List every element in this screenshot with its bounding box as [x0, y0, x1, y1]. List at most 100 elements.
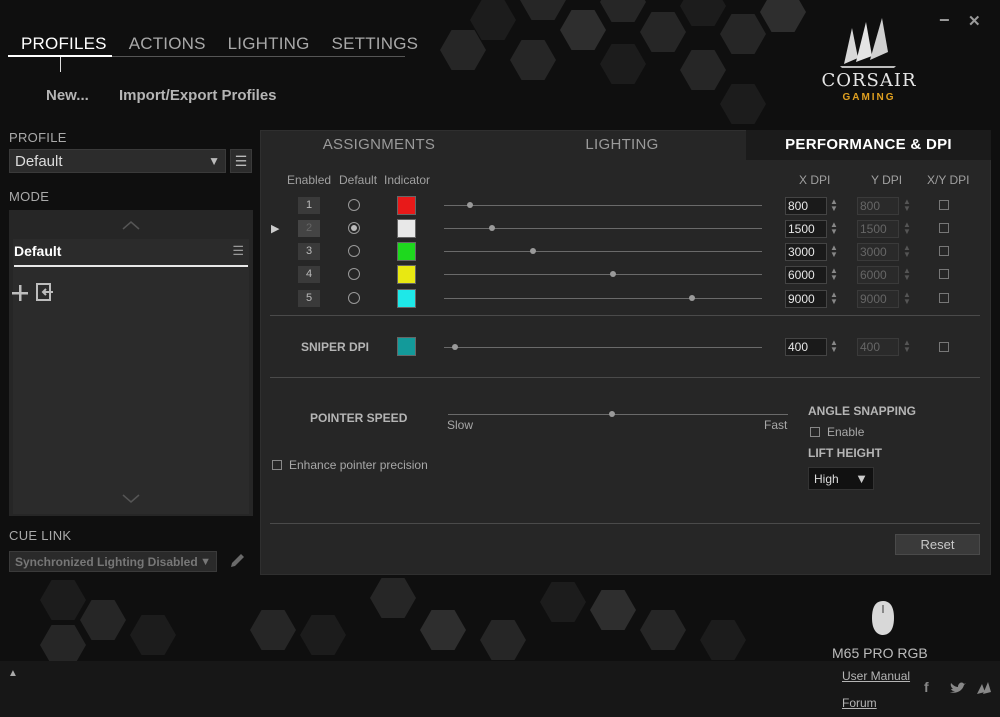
- dpi-stage-enable-3[interactable]: 3: [298, 243, 320, 260]
- dpi-stage-color-swatch[interactable]: [397, 265, 416, 284]
- dpi-stage-default-radio[interactable]: [348, 268, 360, 280]
- import-export-link[interactable]: Import/Export Profiles: [119, 87, 277, 104]
- add-mode-icon[interactable]: [11, 284, 29, 302]
- dpi-stage-color-swatch[interactable]: [397, 219, 416, 238]
- edit-pencil-icon[interactable]: [228, 552, 246, 570]
- header-xy-dpi: X/Y DPI: [927, 173, 970, 187]
- dpi-stage-slider-knob[interactable]: [689, 295, 695, 301]
- chevron-down-icon: ▼: [855, 471, 868, 486]
- device-name: M65 PRO RGB: [832, 645, 928, 661]
- dpi-stage-x-input[interactable]: 6000: [785, 266, 827, 284]
- pointer-speed-slider-track[interactable]: [448, 414, 788, 415]
- dpi-stage-x-spinner[interactable]: ▲ ▼: [830, 267, 838, 282]
- dpi-stage-slider-knob[interactable]: [467, 202, 473, 208]
- dpi-stage-color-swatch[interactable]: [397, 242, 416, 261]
- dpi-stage-xy-checkbox[interactable]: [939, 246, 949, 256]
- dpi-stage-x-input[interactable]: 9000: [785, 290, 827, 308]
- dpi-stage-color-swatch[interactable]: [397, 196, 416, 215]
- pointer-speed-label: POINTER SPEED: [310, 411, 408, 425]
- dpi-stage-default-radio[interactable]: [348, 199, 360, 211]
- header-y-dpi: Y DPI: [871, 173, 903, 187]
- dpi-stage-y-spinner: ▲ ▼: [903, 290, 911, 306]
- minimize-button[interactable]: −: [939, 10, 950, 31]
- sniper-x-dpi-input[interactable]: 400: [785, 338, 827, 356]
- cue-link-select[interactable]: Synchronized Lighting Disabled ▼: [9, 551, 217, 572]
- dpi-stage-x-input[interactable]: 1500: [785, 220, 827, 238]
- hamburger-icon: ☰: [234, 152, 248, 169]
- enhance-precision-checkbox[interactable]: [272, 460, 282, 470]
- mouse-device-icon[interactable]: [871, 600, 895, 636]
- lift-height-select[interactable]: High ▼: [808, 467, 874, 490]
- close-button[interactable]: ✕: [968, 12, 981, 30]
- dpi-stage-xy-checkbox[interactable]: [939, 200, 949, 210]
- expand-up-icon[interactable]: ▲: [8, 668, 18, 679]
- dpi-stage-xy-checkbox[interactable]: [939, 293, 949, 303]
- dpi-stage-default-radio[interactable]: [348, 292, 360, 304]
- header-enabled: Enabled: [287, 173, 332, 187]
- dpi-stage-slider-track[interactable]: [444, 298, 762, 299]
- dpi-stage-enable-1[interactable]: 1: [298, 197, 320, 214]
- dpi-stage-slider-track[interactable]: [444, 205, 762, 206]
- profile-select[interactable]: Default ▼: [9, 149, 226, 173]
- scroll-down-icon[interactable]: [122, 494, 140, 504]
- twitter-icon[interactable]: [949, 681, 967, 695]
- header-indicator: Indicator: [384, 173, 431, 187]
- dpi-stage-slider-track[interactable]: [444, 251, 762, 252]
- header-x-dpi: X DPI: [799, 173, 831, 187]
- corsair-social-icon[interactable]: [976, 680, 994, 696]
- lift-height-value: High: [814, 471, 839, 486]
- sniper-xy-dpi-checkbox[interactable]: [939, 342, 949, 352]
- tab-panel-lighting[interactable]: LIGHTING: [498, 130, 746, 160]
- sniper-dpi-slider-track[interactable]: [444, 347, 762, 348]
- hamburger-icon[interactable]: ☰: [232, 243, 244, 259]
- dpi-stage-slider-knob[interactable]: [530, 248, 536, 254]
- divider: [270, 377, 980, 378]
- dpi-stage-y-spinner: ▲ ▼: [903, 266, 911, 282]
- dpi-stage-slider-knob[interactable]: [489, 225, 495, 231]
- dpi-stage-default-radio[interactable]: [348, 245, 360, 257]
- sniper-x-spinner[interactable]: ▲ ▼: [830, 339, 838, 354]
- dpi-stage-y-input: 9000: [857, 290, 899, 308]
- chevron-down-icon: ▼: [200, 555, 211, 568]
- dpi-stage-default-radio[interactable]: [348, 222, 360, 234]
- dpi-stage-slider-track[interactable]: [444, 274, 762, 275]
- panel-tabs: ASSIGNMENTS LIGHTING PERFORMANCE & DPI: [260, 130, 991, 160]
- user-manual-link[interactable]: User Manual: [842, 669, 910, 683]
- angle-snapping-label: ANGLE SNAPPING: [808, 404, 917, 418]
- new-profile-link[interactable]: New...: [46, 87, 89, 104]
- sniper-dpi-slider-knob[interactable]: [452, 344, 458, 350]
- tab-assignments[interactable]: ASSIGNMENTS: [260, 130, 498, 160]
- pointer-speed-slider-knob[interactable]: [609, 411, 615, 417]
- angle-snapping-checkbox[interactable]: [810, 427, 820, 437]
- dpi-stage-xy-checkbox[interactable]: [939, 269, 949, 279]
- lift-height-label: LIFT HEIGHT: [808, 446, 882, 460]
- nav-pointer: [60, 57, 61, 72]
- tab-performance-dpi[interactable]: PERFORMANCE & DPI: [746, 130, 991, 160]
- enhance-precision-label: Enhance pointer precision: [289, 458, 428, 472]
- dpi-stage-x-spinner[interactable]: ▲ ▼: [830, 244, 838, 259]
- dpi-stage-enable-5[interactable]: 5: [298, 290, 320, 307]
- dpi-stage-x-input[interactable]: 800: [785, 197, 827, 215]
- brand-sub: GAMING: [842, 92, 896, 103]
- sniper-y-dpi-input: 400: [857, 338, 899, 356]
- facebook-icon[interactable]: f: [924, 679, 929, 695]
- dpi-stage-enable-4[interactable]: 4: [298, 266, 320, 283]
- chevron-down-icon: ▼: [208, 154, 220, 168]
- import-mode-icon[interactable]: [36, 283, 54, 301]
- mode-item-default[interactable]: Default ☰: [14, 243, 248, 267]
- reset-button[interactable]: Reset: [895, 534, 980, 555]
- dpi-stage-slider-knob[interactable]: [610, 271, 616, 277]
- forum-link[interactable]: Forum: [842, 696, 877, 710]
- dpi-stage-x-input[interactable]: 3000: [785, 243, 827, 261]
- dpi-stage-x-spinner[interactable]: ▲ ▼: [830, 198, 838, 213]
- dpi-stage-x-spinner[interactable]: ▲ ▼: [830, 221, 838, 236]
- dpi-stage-xy-checkbox[interactable]: [939, 223, 949, 233]
- scroll-up-icon[interactable]: [122, 220, 140, 230]
- dpi-stage-color-swatch[interactable]: [397, 289, 416, 308]
- profile-menu-button[interactable]: ☰: [230, 149, 252, 173]
- dpi-stage-x-spinner[interactable]: ▲ ▼: [830, 291, 838, 306]
- sniper-color-swatch[interactable]: [397, 337, 416, 356]
- dpi-stage-enable-2[interactable]: 2: [298, 220, 320, 237]
- dpi-stage-y-spinner: ▲ ▼: [903, 197, 911, 213]
- dpi-stage-y-spinner: ▲ ▼: [903, 220, 911, 236]
